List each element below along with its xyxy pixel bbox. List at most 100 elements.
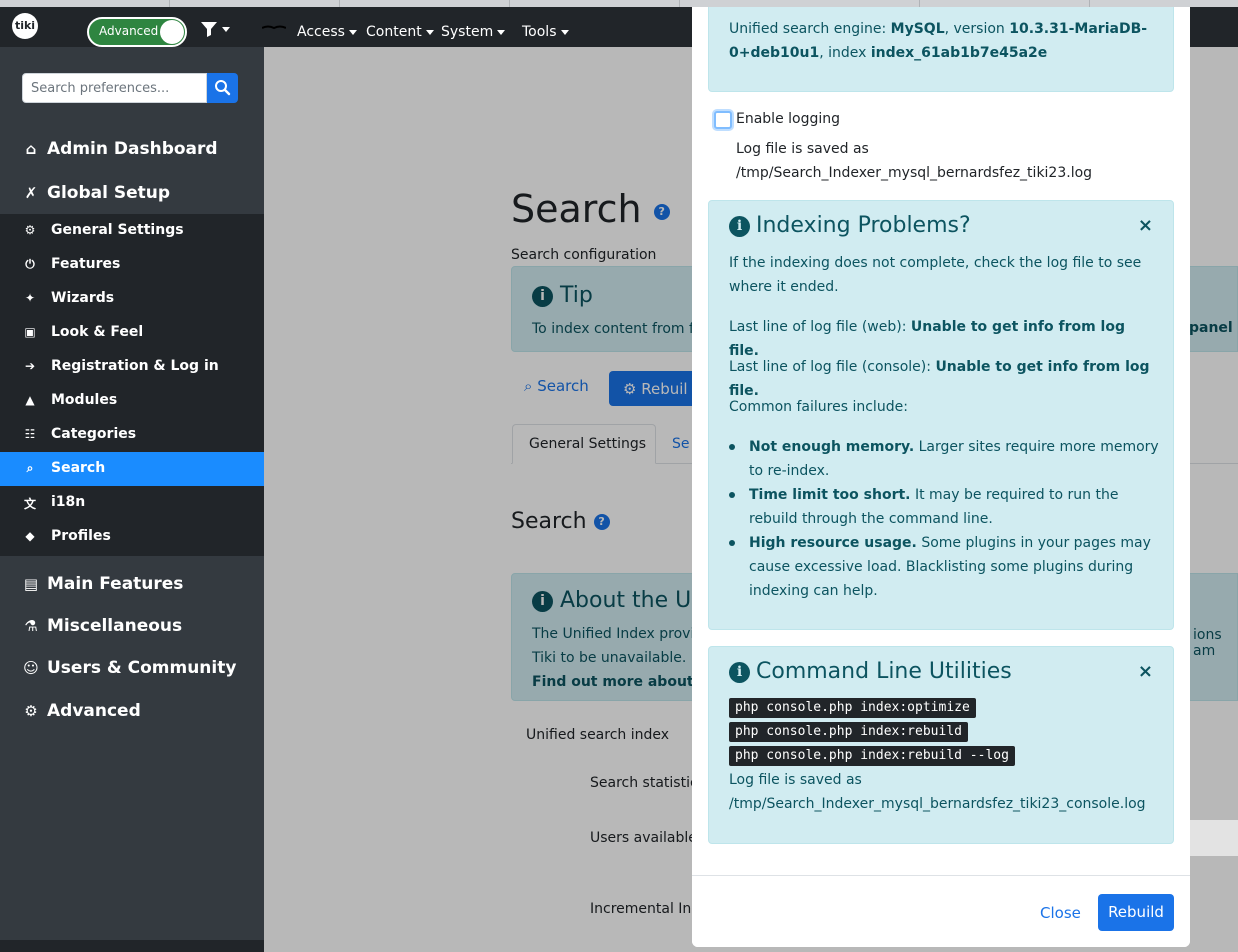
sign-in-icon: ➔ [24,359,36,373]
rebuild-button[interactable]: Rebuild [1098,894,1174,931]
alert-title: i Command Line Utilities [729,659,1012,684]
bullet-text: Some plugins in your pages may [921,535,1151,551]
enable-logging-checkbox[interactable] [714,111,732,129]
problems-intro: If the indexing does not complete, check… [729,251,1159,299]
advanced-mode-toggle[interactable]: Advanced [87,17,187,47]
problems-intro-line: where it ended. [729,279,839,295]
rebuild-index-modal: Unified search engine: MySQL, version 10… [692,7,1190,947]
engine-index: index_61ab1b7e45a2e [870,45,1048,61]
engine-info-text: Unified search engine: MySQL, version 10… [729,17,1159,65]
sidebar-item-look-feel[interactable]: ▣ Look & Feel [0,316,264,350]
sidebar-item-label: Features [51,256,121,272]
sidebar-item-label: Look & Feel [51,324,144,340]
chevron-down-icon [497,29,506,35]
search-preferences-input[interactable] [22,73,207,103]
alert-title-text: Indexing Problems? [756,213,971,238]
menu-label: Tools [522,24,557,40]
search-icon: ⌕ [26,461,34,475]
sidebar-item-label: Wizards [51,290,115,306]
cli-logfile: Log file is saved as /tmp/Search_Indexer… [729,768,1159,816]
bullet-text: rebuild through the command line. [749,511,993,527]
users-icon: ☺ [23,659,39,677]
shapes-icon: ▲ [25,393,35,407]
home-icon: ⌂ [25,140,37,158]
sidebar-item-modules[interactable]: ▲ Modules [0,384,264,418]
sidebar-heading-label: Advanced [47,701,141,721]
cli-command: php console.php index:rebuild [729,722,968,742]
engine-name: MySQL [890,21,945,37]
chevron-down-icon [425,29,434,35]
enable-logging-label[interactable]: Enable logging [736,111,840,127]
sidebar-item-label: Registration & Log in [51,358,219,374]
close-icon[interactable]: × [1138,215,1153,236]
alert-title-text: Command Line Utilities [756,659,1012,684]
command-line-utilities-alert: i Command Line Utilities × php console.ph… [708,646,1174,844]
browser-tab[interactable] [250,0,340,7]
sidebar-footer [0,940,264,952]
sidebar-item-wizards[interactable]: ✦ Wizards [0,282,264,316]
close-button[interactable]: Close [1040,904,1081,922]
bullet-bold: Not enough memory. [749,439,915,455]
sidebar-item-label: Search [51,460,106,476]
bullet-bold: High resource usage. [749,535,917,551]
sidebar-item-registration[interactable]: ➔ Registration & Log in [0,350,264,384]
search-preferences-button[interactable] [207,73,238,103]
alert-title: i Indexing Problems? [729,213,971,238]
bullet-bold: Time limit too short. [749,487,911,503]
chevron-down-icon [222,26,230,32]
tiki-logo[interactable]: tiki [12,13,38,39]
backdrop-row-highlight [1190,820,1238,856]
gear-icon: ⚙ [24,223,36,237]
sidebar-item-label: Profiles [51,528,111,544]
browser-tab[interactable] [590,0,680,7]
bullet-text: to re-index. [749,463,830,479]
menu-access[interactable]: Access [297,24,357,40]
engine-index-prefix: , index [819,45,867,61]
sidebar-heading-users-community[interactable]: ☺ Users & Community [22,658,236,678]
modal-body: Unified search engine: MySQL, version 10… [692,7,1190,875]
sidebar-heading-admin-dashboard[interactable]: ⌂ Admin Dashboard [22,139,218,159]
sidebar-heading-main-features[interactable]: ▤ Main Features [22,574,184,594]
power-icon: ⏻ [25,257,35,271]
close-icon[interactable]: × [1138,661,1153,682]
info-icon: i [729,216,750,237]
browser-tab[interactable] [1000,0,1090,7]
menu-system[interactable]: System [441,24,506,40]
sidebar-item-label: i18n [51,494,86,510]
bullet-dot [729,540,735,546]
sidebar-item-profiles[interactable]: ◆ Profiles [0,520,264,554]
sidebar-item-categories[interactable]: ☷ Categories [0,418,264,452]
sidebar-item-search[interactable]: ⌕ Search [0,452,264,486]
sidebar-heading-label: Admin Dashboard [47,139,218,159]
sidebar-heading-advanced[interactable]: ⚙ Advanced [22,701,141,721]
sidebar-heading-label: Miscellaneous [47,616,183,636]
modal-footer: Close Rebuild [692,875,1190,947]
info-icon: i [729,662,750,683]
magic-wand-icon: ✦ [24,291,36,305]
sidebar-heading-global-setup[interactable]: ✗ Global Setup [22,183,170,203]
filter-menu[interactable] [200,21,230,37]
browser-tab[interactable] [80,0,170,7]
chevron-down-icon [560,29,569,35]
global-setup-submenu: ⚙ General Settings ⏻ Features ✦ Wizards ▣ Lo… [0,214,264,556]
menu-tools[interactable]: Tools [522,24,569,40]
engine-prefix: Unified search engine: [729,21,887,37]
filter-icon [201,22,217,37]
tiki-bird-icon [262,25,286,30]
browser-tab[interactable] [830,0,920,7]
image-icon: ▣ [24,325,36,339]
bullet-text: Larger sites require more memory [918,439,1159,455]
preferences-search [22,73,238,103]
sidebar-heading-miscellaneous[interactable]: ⚗ Miscellaneous [22,616,182,636]
sidebar-item-features[interactable]: ⏻ Features [0,248,264,282]
sidebar-item-general-settings[interactable]: ⚙ General Settings [0,214,264,248]
search-icon [215,80,231,96]
browser-tab[interactable] [420,0,510,7]
admin-sidebar: ⌂ Admin Dashboard ✗ Global Setup ⚙ General … [0,47,264,952]
sidebar-item-i18n[interactable]: 文 i18n [0,486,264,520]
problems-intro-line: If the indexing does not complete, check… [729,255,1142,271]
cli-command: php console.php index:optimize [729,698,976,718]
menu-content[interactable]: Content [366,24,434,40]
menu-label: Access [297,24,345,40]
sidebar-item-label: Categories [51,426,137,442]
